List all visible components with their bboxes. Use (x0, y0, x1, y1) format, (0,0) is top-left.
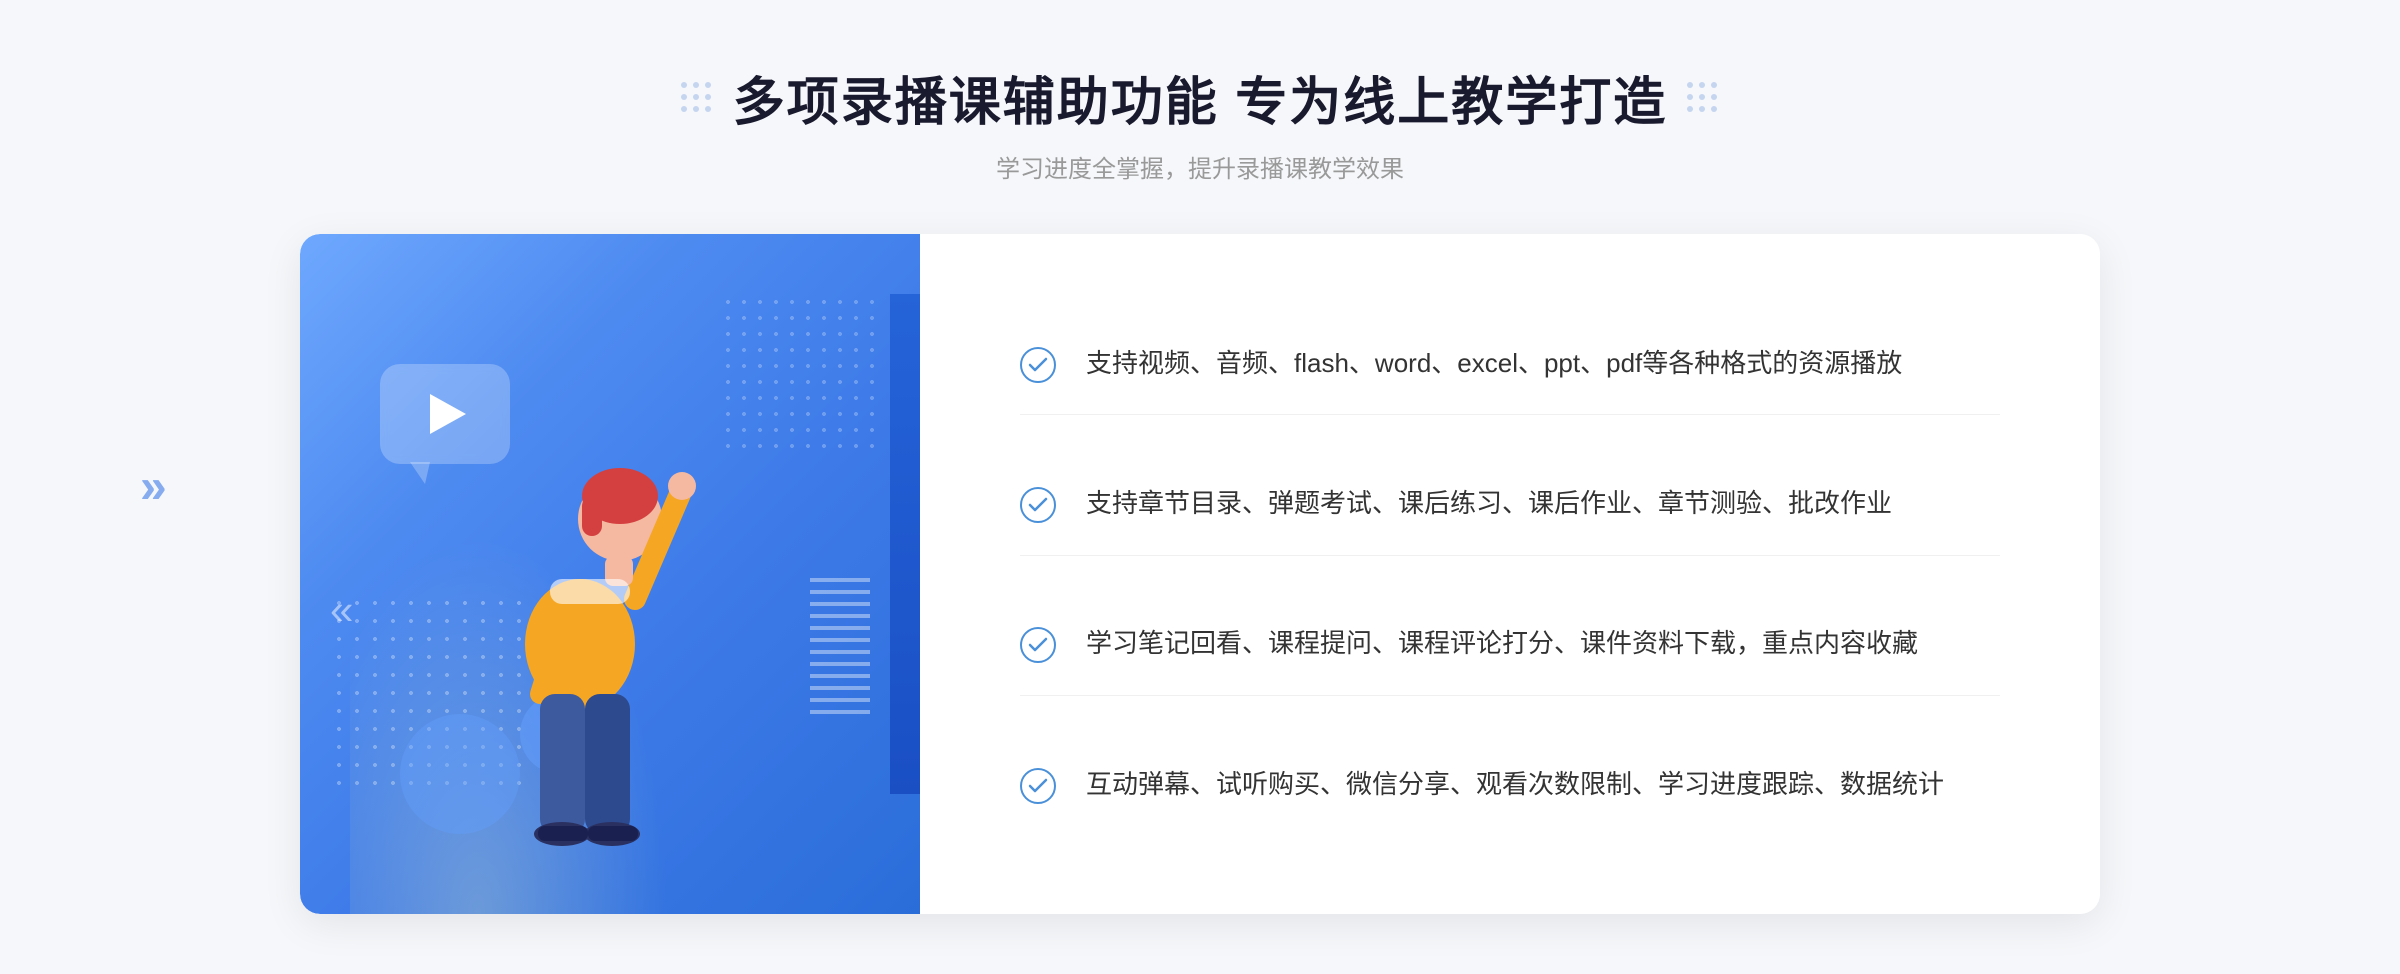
check-icon-1 (1020, 347, 1056, 383)
feature-text-3: 学习笔记回看、课程提问、课程评论打分、课件资料下载，重点内容收藏 (1086, 623, 1918, 665)
feature-item-4: 互动弹幕、试听购买、微信分享、观看次数限制、学习进度跟踪、数据统计 (1020, 734, 2000, 836)
stripe-decoration (810, 574, 870, 714)
feature-text-1: 支持视频、音频、flash、word、excel、ppt、pdf等各种格式的资源… (1086, 343, 1902, 385)
blue-vertical-tab (890, 294, 920, 794)
page-wrapper: » 多项录播课辅助功能 专为线上教学打造 学习进度全掌握，提升录播课教学效果 (0, 0, 2400, 974)
page-title: 多项录播课辅助功能 专为线上教学打造 (733, 60, 1667, 135)
illustration-area: « (300, 234, 920, 914)
check-icon-4 (1020, 768, 1056, 804)
person-illustration (420, 334, 740, 914)
dots-decoration-right (1687, 82, 1719, 114)
chevron-left-icon: « (330, 586, 353, 634)
dots-pattern-top-right (720, 294, 880, 454)
page-subtitle: 学习进度全掌握，提升录播课教学效果 (681, 149, 1719, 184)
check-icon-3 (1020, 627, 1056, 663)
dots-decoration-left (681, 82, 713, 114)
feature-item-3: 学习笔记回看、课程提问、课程评论打分、课件资料下载，重点内容收藏 (1020, 593, 2000, 696)
feature-item-2: 支持章节目录、弹题考试、课后练习、课后作业、章节测验、批改作业 (1020, 453, 2000, 556)
feature-item-1: 支持视频、音频、flash、word、excel、ppt、pdf等各种格式的资源… (1020, 313, 2000, 416)
outer-chevron-decoration: » (140, 460, 167, 515)
features-area: 支持视频、音频、flash、word、excel、ppt、pdf等各种格式的资源… (920, 234, 2100, 914)
feature-text-2: 支持章节目录、弹题考试、课后练习、课后作业、章节测验、批改作业 (1086, 483, 1892, 525)
content-card: « (300, 234, 2100, 914)
feature-text-4: 互动弹幕、试听购买、微信分享、观看次数限制、学习进度跟踪、数据统计 (1086, 764, 1944, 806)
header-section: 多项录播课辅助功能 专为线上教学打造 学习进度全掌握，提升录播课教学效果 (681, 60, 1719, 184)
check-icon-2 (1020, 487, 1056, 523)
